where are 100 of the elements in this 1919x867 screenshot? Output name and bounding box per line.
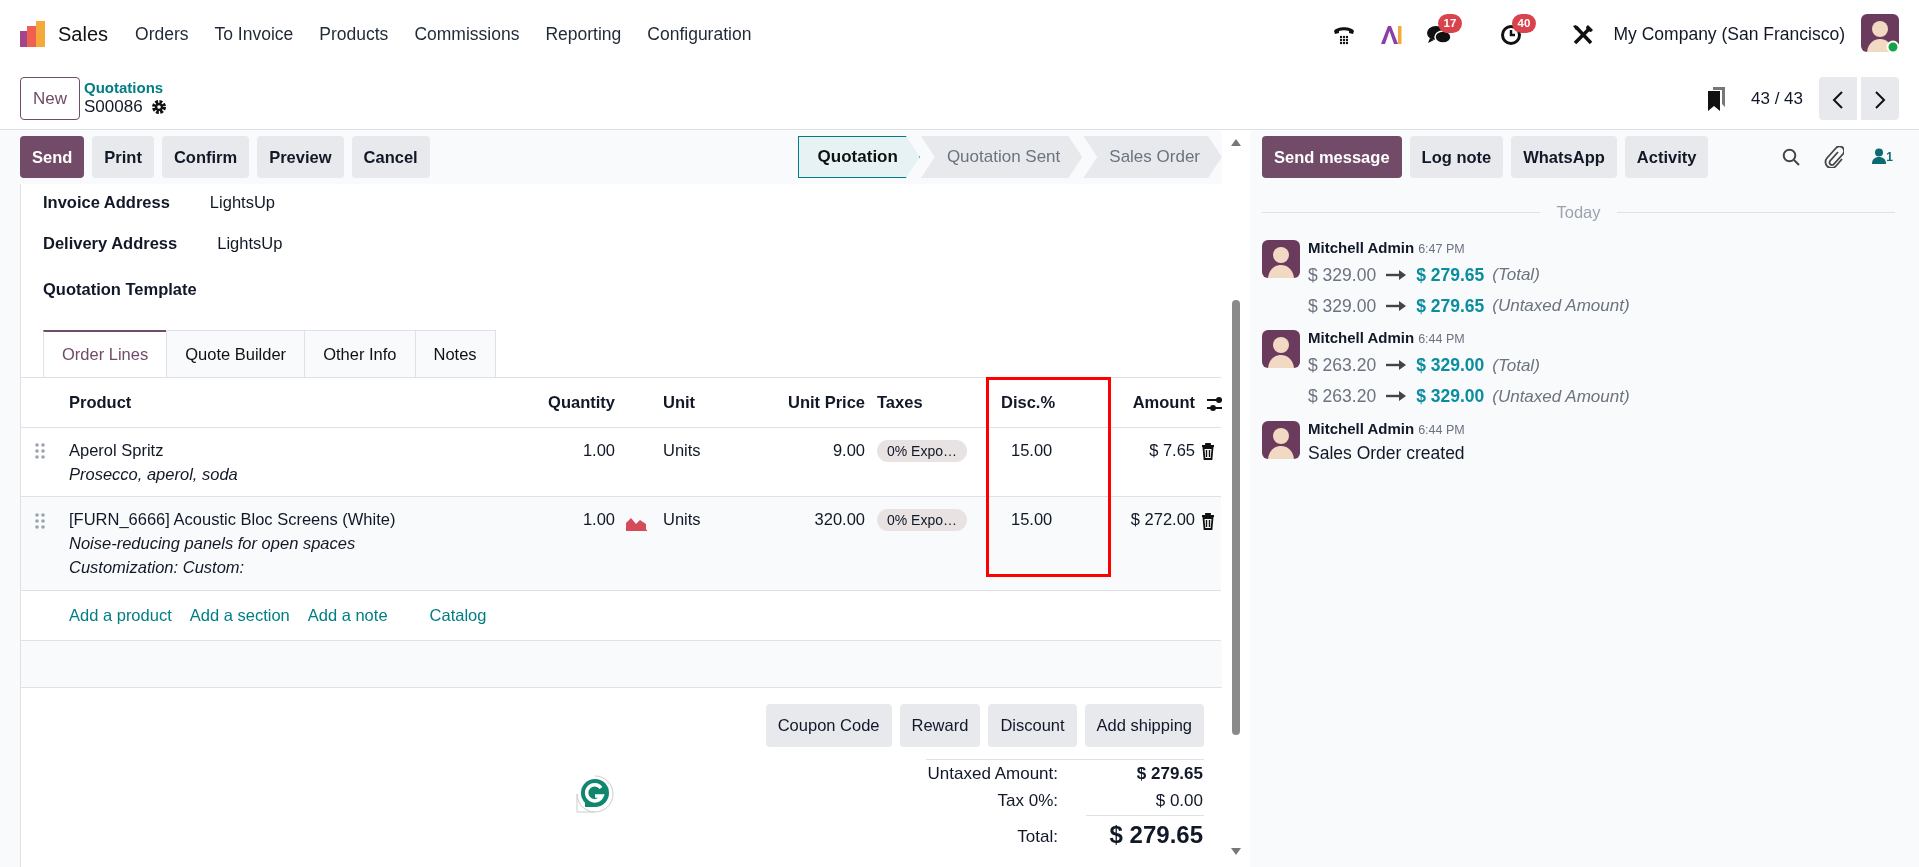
add-line-link[interactable]: Catalog bbox=[429, 606, 487, 624]
chatter-button[interactable]: WhatsApp bbox=[1511, 135, 1617, 179]
chatter-button[interactable]: Send message bbox=[1262, 135, 1402, 179]
trash-icon[interactable] bbox=[1201, 442, 1215, 460]
column-header[interactable]: Product bbox=[69, 392, 132, 411]
tab[interactable]: Other Info bbox=[304, 330, 416, 377]
bookmark-icon[interactable] bbox=[1707, 86, 1727, 111]
add-line-link[interactable]: Add a section bbox=[189, 606, 290, 624]
tax-tag[interactable]: 0% Expo… bbox=[877, 439, 968, 462]
user-avatar bbox=[1262, 330, 1300, 369]
unit-value[interactable]: Units bbox=[663, 440, 701, 459]
author-name[interactable]: Mitchell Admin bbox=[1308, 417, 1415, 441]
field-value[interactable]: LightsUp bbox=[209, 189, 275, 215]
ai-logo-icon[interactable] bbox=[1379, 25, 1402, 46]
order-line-row[interactable]: Aperol Spritz Prosecco, aperol, soda 1.00 Units 9.00 0% Expo… 15.00 $ 7.65 bbox=[21, 427, 1221, 497]
menu-item[interactable]: To Invoice bbox=[201, 20, 307, 48]
previous-button[interactable] bbox=[1819, 77, 1857, 120]
drag-handle-icon[interactable] bbox=[35, 443, 45, 460]
followers-button[interactable]: 1 bbox=[1866, 147, 1899, 167]
tab[interactable]: Notes bbox=[414, 330, 496, 377]
tab[interactable]: Quote Builder bbox=[166, 330, 306, 377]
app-logo-icon[interactable] bbox=[20, 21, 46, 47]
chatter-button[interactable]: Log note bbox=[1409, 135, 1504, 179]
status-stage[interactable]: Quotation Sent bbox=[920, 136, 1083, 178]
unit-price-value[interactable]: 320.00 bbox=[814, 510, 865, 529]
action-button[interactable]: Send bbox=[20, 135, 85, 179]
tab[interactable]: Order Lines bbox=[43, 330, 168, 377]
user-avatar[interactable] bbox=[1861, 14, 1901, 54]
menu-item[interactable]: Products bbox=[306, 20, 402, 48]
field-value[interactable]: LightsUp bbox=[217, 230, 283, 256]
total-label: Total: bbox=[926, 815, 1086, 854]
message-time: 6:44 PM bbox=[1418, 331, 1465, 349]
unit-value[interactable]: Units bbox=[663, 510, 701, 529]
search-icon[interactable] bbox=[1782, 148, 1801, 166]
user-avatar bbox=[1262, 239, 1300, 278]
quantity-value[interactable]: 1.00 bbox=[582, 440, 615, 459]
tools-icon[interactable] bbox=[1571, 24, 1594, 47]
menu-item[interactable]: Orders bbox=[122, 20, 202, 48]
settings-icon[interactable] bbox=[150, 98, 167, 115]
changed-field: (Untaxed Amount) bbox=[1492, 293, 1630, 319]
next-button[interactable] bbox=[1861, 77, 1899, 120]
add-line-link[interactable]: Add a note bbox=[307, 606, 388, 624]
status-stage[interactable]: Sales Order bbox=[1083, 136, 1222, 178]
breadcrumb-link[interactable]: Quotations bbox=[84, 80, 167, 97]
message-time: 6:44 PM bbox=[1418, 421, 1465, 439]
app-name[interactable]: Sales bbox=[58, 19, 109, 49]
count-badge: 40 bbox=[1511, 13, 1537, 33]
column-header[interactable]: Taxes bbox=[877, 392, 923, 411]
total-label: Untaxed Amount: bbox=[926, 759, 1086, 787]
tax-tag[interactable]: 0% Expo… bbox=[877, 509, 968, 532]
action-button[interactable]: Preview bbox=[257, 135, 344, 179]
person-icon bbox=[1872, 148, 1887, 164]
count-badge: 17 bbox=[1437, 13, 1463, 33]
pager-value: 43 / 43 bbox=[1751, 87, 1803, 110]
discount-value[interactable]: 15.00 bbox=[1011, 510, 1053, 529]
new-button[interactable]: New bbox=[20, 76, 80, 121]
column-header[interactable]: Disc.% bbox=[1001, 392, 1056, 411]
message-body: Sales Order created bbox=[1308, 442, 1465, 466]
product-name[interactable]: [FURN_6666] Acoustic Bloc Screens (White) bbox=[69, 507, 535, 533]
author-name[interactable]: Mitchell Admin bbox=[1308, 236, 1415, 260]
record-name: S00086 bbox=[84, 96, 143, 117]
promotion-button[interactable]: Reward bbox=[899, 703, 981, 747]
phone-icon[interactable] bbox=[1331, 24, 1356, 47]
message-time: 6:47 PM bbox=[1418, 240, 1465, 258]
chatter-button[interactable]: Activity bbox=[1624, 135, 1709, 179]
discount-value[interactable]: 15.00 bbox=[1011, 440, 1053, 459]
trash-icon[interactable] bbox=[1201, 512, 1215, 530]
new-value: $ 279.65 bbox=[1416, 294, 1485, 318]
column-header[interactable]: Unit bbox=[663, 392, 696, 411]
action-button[interactable]: Print bbox=[92, 135, 154, 179]
column-header[interactable]: Unit Price bbox=[787, 392, 865, 411]
arrow-right-icon bbox=[1386, 269, 1407, 280]
column-settings-icon[interactable] bbox=[1207, 395, 1225, 412]
user-avatar bbox=[1262, 420, 1300, 459]
column-header[interactable]: Quantity bbox=[548, 392, 615, 411]
promotion-button[interactable]: Discount bbox=[988, 703, 1077, 747]
arrow-right-icon bbox=[1386, 391, 1407, 402]
old-value: $ 329.00 bbox=[1308, 294, 1377, 318]
action-button[interactable]: Confirm bbox=[161, 135, 250, 179]
promotion-button[interactable]: Coupon Code bbox=[765, 703, 892, 747]
old-value: $ 329.00 bbox=[1308, 263, 1377, 287]
unit-price-value[interactable]: 9.00 bbox=[832, 440, 865, 459]
action-button[interactable]: Cancel bbox=[351, 135, 430, 179]
column-header[interactable]: Amount bbox=[1132, 392, 1195, 411]
company-switcher[interactable]: My Company (San Francisco) bbox=[1613, 20, 1845, 48]
menu-item[interactable]: Commissions bbox=[401, 20, 533, 48]
field-label: Invoice Address bbox=[43, 191, 170, 213]
add-line-link[interactable]: Add a product bbox=[69, 606, 172, 624]
menu-item[interactable]: Configuration bbox=[634, 20, 765, 48]
menu-item[interactable]: Reporting bbox=[532, 20, 635, 48]
promotion-button[interactable]: Add shipping bbox=[1084, 703, 1204, 747]
status-stage[interactable]: Quotation bbox=[797, 136, 920, 178]
paperclip-icon[interactable] bbox=[1824, 146, 1845, 168]
drag-handle-icon[interactable] bbox=[35, 513, 45, 530]
old-value: $ 263.20 bbox=[1308, 385, 1377, 409]
product-name[interactable]: Aperol Spritz bbox=[69, 437, 535, 463]
chevron-right-icon bbox=[1873, 89, 1887, 110]
amount-value: $ 7.65 bbox=[1149, 440, 1195, 459]
author-name[interactable]: Mitchell Admin bbox=[1308, 327, 1415, 350]
quantity-value[interactable]: 1.00 bbox=[582, 510, 615, 529]
